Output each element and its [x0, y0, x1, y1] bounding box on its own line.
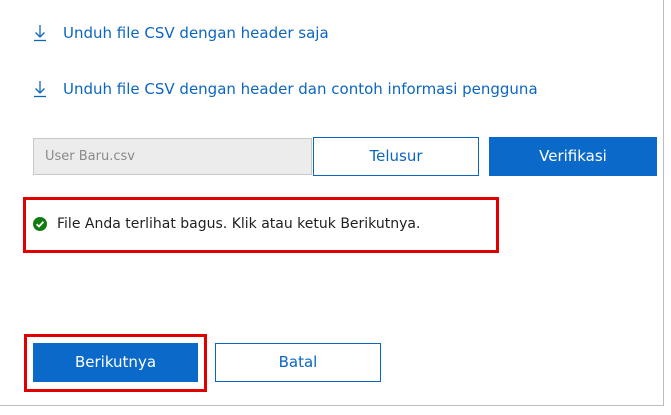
download-icon	[33, 80, 47, 98]
cancel-button[interactable]: Batal	[215, 343, 381, 382]
download-header-only-link[interactable]: Unduh file CSV dengan header saja	[33, 24, 329, 42]
download-header-with-sample-link[interactable]: Unduh file CSV dengan header dan contoh …	[33, 80, 538, 98]
browse-button[interactable]: Telusur	[313, 137, 479, 176]
status-text: File Anda terlihat bagus. Klik atau ketu…	[57, 216, 421, 232]
next-button[interactable]: Berikutnya	[33, 343, 198, 382]
check-circle-icon	[33, 217, 47, 231]
file-name-field[interactable]: User Baru.csv	[33, 138, 312, 175]
status-message: File Anda terlihat bagus. Klik atau ketu…	[33, 216, 420, 232]
download-header-with-sample-label: Unduh file CSV dengan header dan contoh …	[63, 80, 538, 98]
import-panel: Unduh file CSV dengan header saja Unduh …	[0, 0, 664, 406]
verify-button[interactable]: Verifikasi	[489, 137, 657, 176]
download-icon	[33, 24, 47, 42]
download-header-only-label: Unduh file CSV dengan header saja	[63, 24, 329, 42]
